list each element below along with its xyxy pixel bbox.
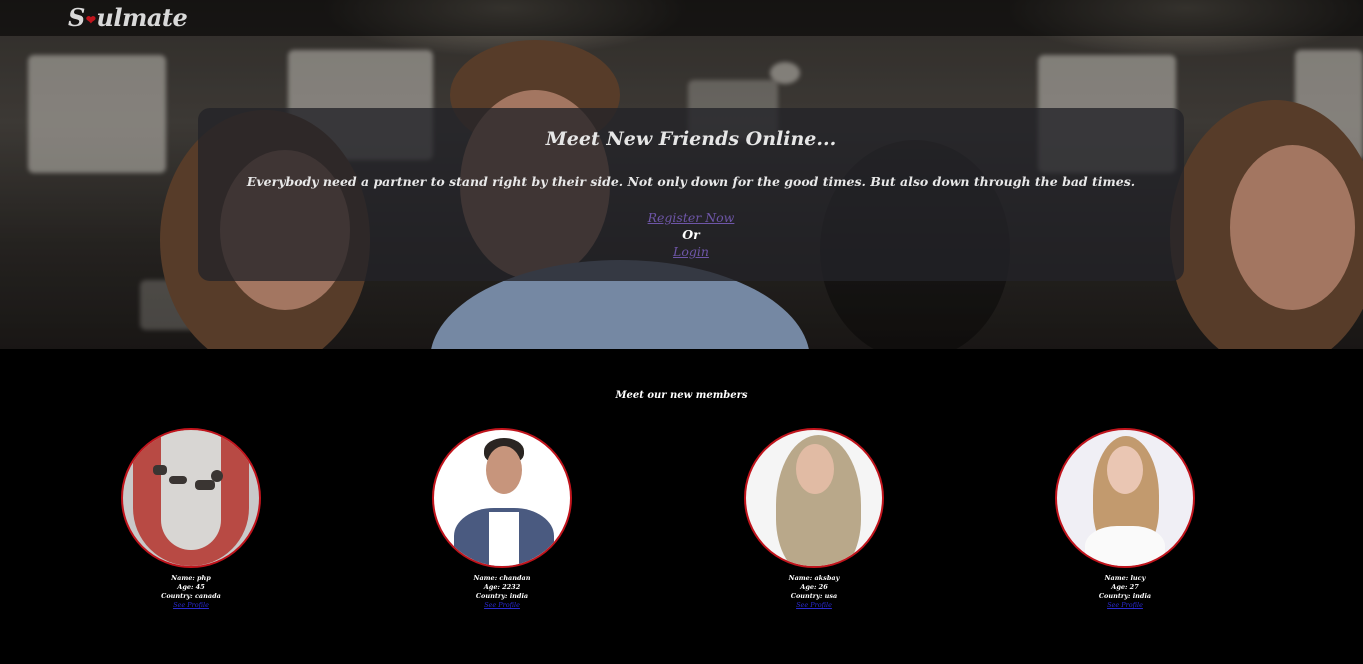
see-profile-link[interactable]: See Profile [734, 601, 894, 610]
member-name: Name: php [171, 574, 211, 582]
register-link[interactable]: Register Now [198, 209, 1184, 226]
top-navbar: S ❤ ulmate [0, 0, 1363, 36]
member-card: Name: php Age: 45 Country: canada See Pr… [111, 428, 271, 610]
member-country: Country: india [475, 592, 529, 600]
hero-card: Meet New Friends Online... Everybody nee… [198, 108, 1184, 281]
member-avatar[interactable] [1055, 428, 1195, 568]
member-country: Country: canada [161, 592, 221, 600]
member-country: Country: usa [790, 592, 838, 600]
hero-actions: Register Now Or Login [198, 209, 1184, 260]
member-age: Age: 2232 [483, 583, 521, 591]
member-name: Name: chandan [473, 574, 531, 582]
member-card: Name: aksbay Age: 26 Country: usa See Pr… [734, 428, 894, 610]
logo-text-start: S [68, 3, 85, 32]
member-country: Country: india [1098, 592, 1152, 600]
see-profile-link[interactable]: See Profile [1045, 601, 1205, 610]
member-age: Age: 27 [1111, 583, 1139, 591]
member-card: Name: lucy Age: 27 Country: india See Pr… [1045, 428, 1205, 610]
member-age: Age: 26 [800, 583, 828, 591]
hero-title: Meet New Friends Online... [545, 128, 837, 150]
heart-icon: ❤ [85, 12, 96, 27]
see-profile-link[interactable]: See Profile [422, 601, 582, 610]
member-avatar[interactable] [121, 428, 261, 568]
logo-text-end: ulmate [96, 3, 188, 32]
member-avatar[interactable] [432, 428, 572, 568]
member-card: Name: chandan Age: 2232 Country: india S… [422, 428, 582, 610]
member-avatar[interactable] [744, 428, 884, 568]
members-heading: Meet our new members [615, 390, 748, 401]
member-age: Age: 45 [177, 583, 205, 591]
site-logo[interactable]: S ❤ ulmate [68, 3, 188, 32]
hero-subtitle: Everybody need a partner to stand right … [246, 174, 1136, 189]
or-separator: Or [682, 227, 700, 242]
see-profile-link[interactable]: See Profile [111, 601, 271, 610]
login-link[interactable]: Login [198, 243, 1184, 260]
member-name: Name: aksbay [788, 574, 840, 582]
member-name: Name: lucy [1104, 574, 1146, 582]
